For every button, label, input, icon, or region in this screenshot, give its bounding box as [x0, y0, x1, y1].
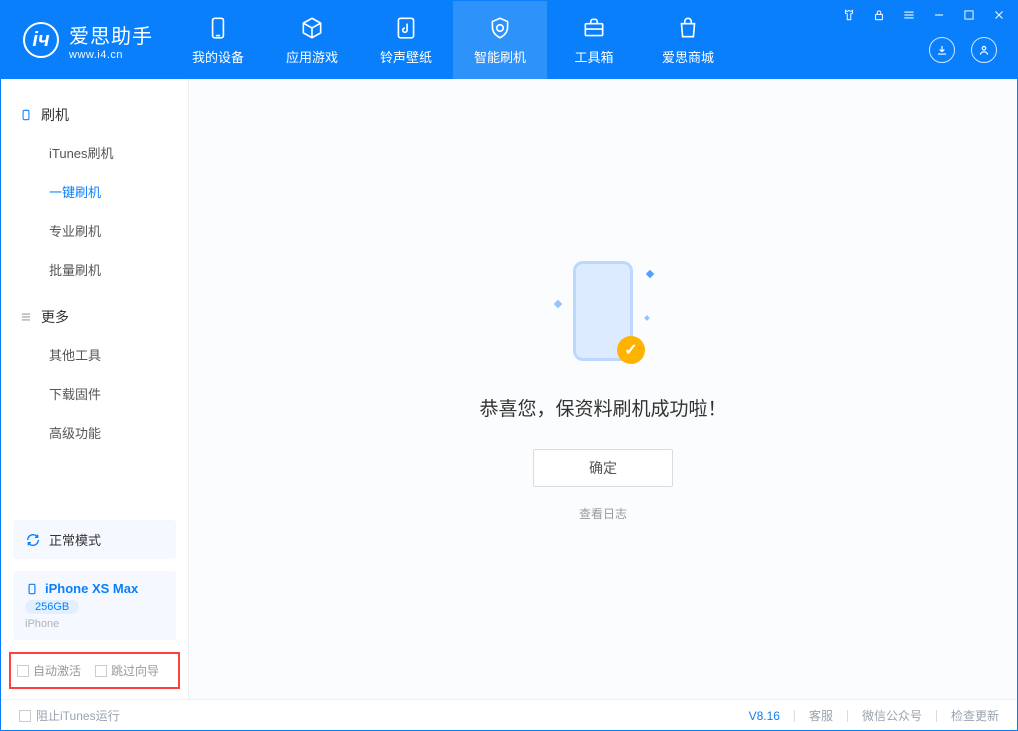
footer-update[interactable]: 检查更新 — [951, 707, 999, 724]
logo-area: iч 爱思助手 www.i4.cn — [1, 20, 171, 61]
bag-icon — [675, 15, 701, 41]
minimize-icon[interactable] — [931, 7, 947, 23]
tab-flash[interactable]: 智能刷机 — [453, 1, 547, 79]
sidebar-item-itunes[interactable]: iTunes刷机 — [1, 133, 188, 172]
sidebar: 刷机 iTunes刷机 一键刷机 专业刷机 批量刷机 更多 其他工具 下载固件 … — [1, 79, 189, 699]
shield-refresh-icon — [487, 15, 513, 41]
app-title: 爱思助手 — [69, 20, 153, 49]
tab-device[interactable]: 我的设备 — [171, 1, 265, 79]
footer-bar: 阻止iTunes运行 V8.16 客服 微信公众号 检查更新 — [1, 699, 1017, 731]
checkbox-icon — [95, 665, 107, 677]
sidebar-item-batch[interactable]: 批量刷机 — [1, 250, 188, 289]
menu-icon[interactable] — [901, 7, 917, 23]
tab-tools[interactable]: 工具箱 — [547, 1, 641, 79]
sidebar-item-pro[interactable]: 专业刷机 — [1, 211, 188, 250]
check-badge-icon: ✓ — [617, 336, 645, 364]
checkbox-icon — [19, 710, 31, 722]
toolbox-icon — [581, 15, 607, 41]
footer-wechat[interactable]: 微信公众号 — [862, 707, 922, 724]
device-card[interactable]: iPhone XS Max 256GB iPhone — [13, 571, 176, 640]
sidebar-item-oneclick[interactable]: 一键刷机 — [1, 172, 188, 211]
spark-icon — [646, 270, 654, 278]
shirt-icon[interactable] — [841, 7, 857, 23]
device-name: iPhone XS Max — [25, 581, 138, 596]
checkbox-skip-guide[interactable]: 跳过向导 — [95, 662, 159, 679]
checkbox-auto-activate[interactable]: 自动激活 — [17, 662, 81, 679]
tab-store[interactable]: 爱思商城 — [641, 1, 735, 79]
sidebar-item-firmware[interactable]: 下载固件 — [1, 374, 188, 413]
highlighted-options: 自动激活 跳过向导 — [9, 652, 180, 689]
maximize-icon[interactable] — [961, 7, 977, 23]
spark-icon — [644, 315, 650, 321]
music-file-icon — [393, 15, 419, 41]
window-controls-mid — [929, 37, 997, 63]
version-label: V8.16 — [749, 709, 780, 723]
device-capacity: 256GB — [25, 600, 79, 614]
success-illustration: ✓ — [563, 256, 643, 366]
lock-icon[interactable] — [871, 7, 887, 23]
sidebar-item-other[interactable]: 其他工具 — [1, 335, 188, 374]
phone-small-icon — [25, 582, 39, 596]
footer-right: V8.16 客服 微信公众号 检查更新 — [749, 707, 999, 724]
spark-icon — [554, 300, 562, 308]
cube-icon — [299, 15, 325, 41]
success-message: 恭喜您，保资料刷机成功啦！ — [479, 394, 726, 421]
refresh-icon — [25, 532, 41, 548]
close-icon[interactable] — [991, 7, 1007, 23]
user-button[interactable] — [971, 37, 997, 63]
sidebar-group-flash: 刷机 — [1, 97, 188, 133]
checkbox-block-itunes[interactable]: 阻止iTunes运行 — [19, 707, 120, 724]
sidebar-item-adv[interactable]: 高级功能 — [1, 413, 188, 452]
list-icon — [19, 310, 33, 324]
device-type: iPhone — [25, 618, 59, 630]
phone-outline-icon — [19, 108, 33, 122]
window-controls-top — [841, 7, 1007, 23]
ok-button[interactable]: 确定 — [533, 449, 673, 487]
footer-service[interactable]: 客服 — [809, 707, 833, 724]
checkbox-icon — [17, 665, 29, 677]
app-url: www.i4.cn — [69, 49, 153, 61]
sidebar-group-more: 更多 — [1, 299, 188, 335]
body-area: 刷机 iTunes刷机 一键刷机 专业刷机 批量刷机 更多 其他工具 下载固件 … — [1, 79, 1017, 699]
view-log-link[interactable]: 查看日志 — [579, 505, 627, 522]
phone-icon — [205, 15, 231, 41]
download-button[interactable] — [929, 37, 955, 63]
main-content: ✓ 恭喜您，保资料刷机成功啦！ 确定 查看日志 — [189, 79, 1017, 699]
tab-apps[interactable]: 应用游戏 — [265, 1, 359, 79]
app-header: iч 爱思助手 www.i4.cn 我的设备 应用游戏 铃声壁纸 智能刷机 工具… — [1, 1, 1017, 79]
logo-icon: iч — [23, 22, 59, 58]
nav-tabs: 我的设备 应用游戏 铃声壁纸 智能刷机 工具箱 爱思商城 — [171, 1, 735, 79]
device-mode-status[interactable]: 正常模式 — [13, 520, 176, 559]
tab-ring[interactable]: 铃声壁纸 — [359, 1, 453, 79]
